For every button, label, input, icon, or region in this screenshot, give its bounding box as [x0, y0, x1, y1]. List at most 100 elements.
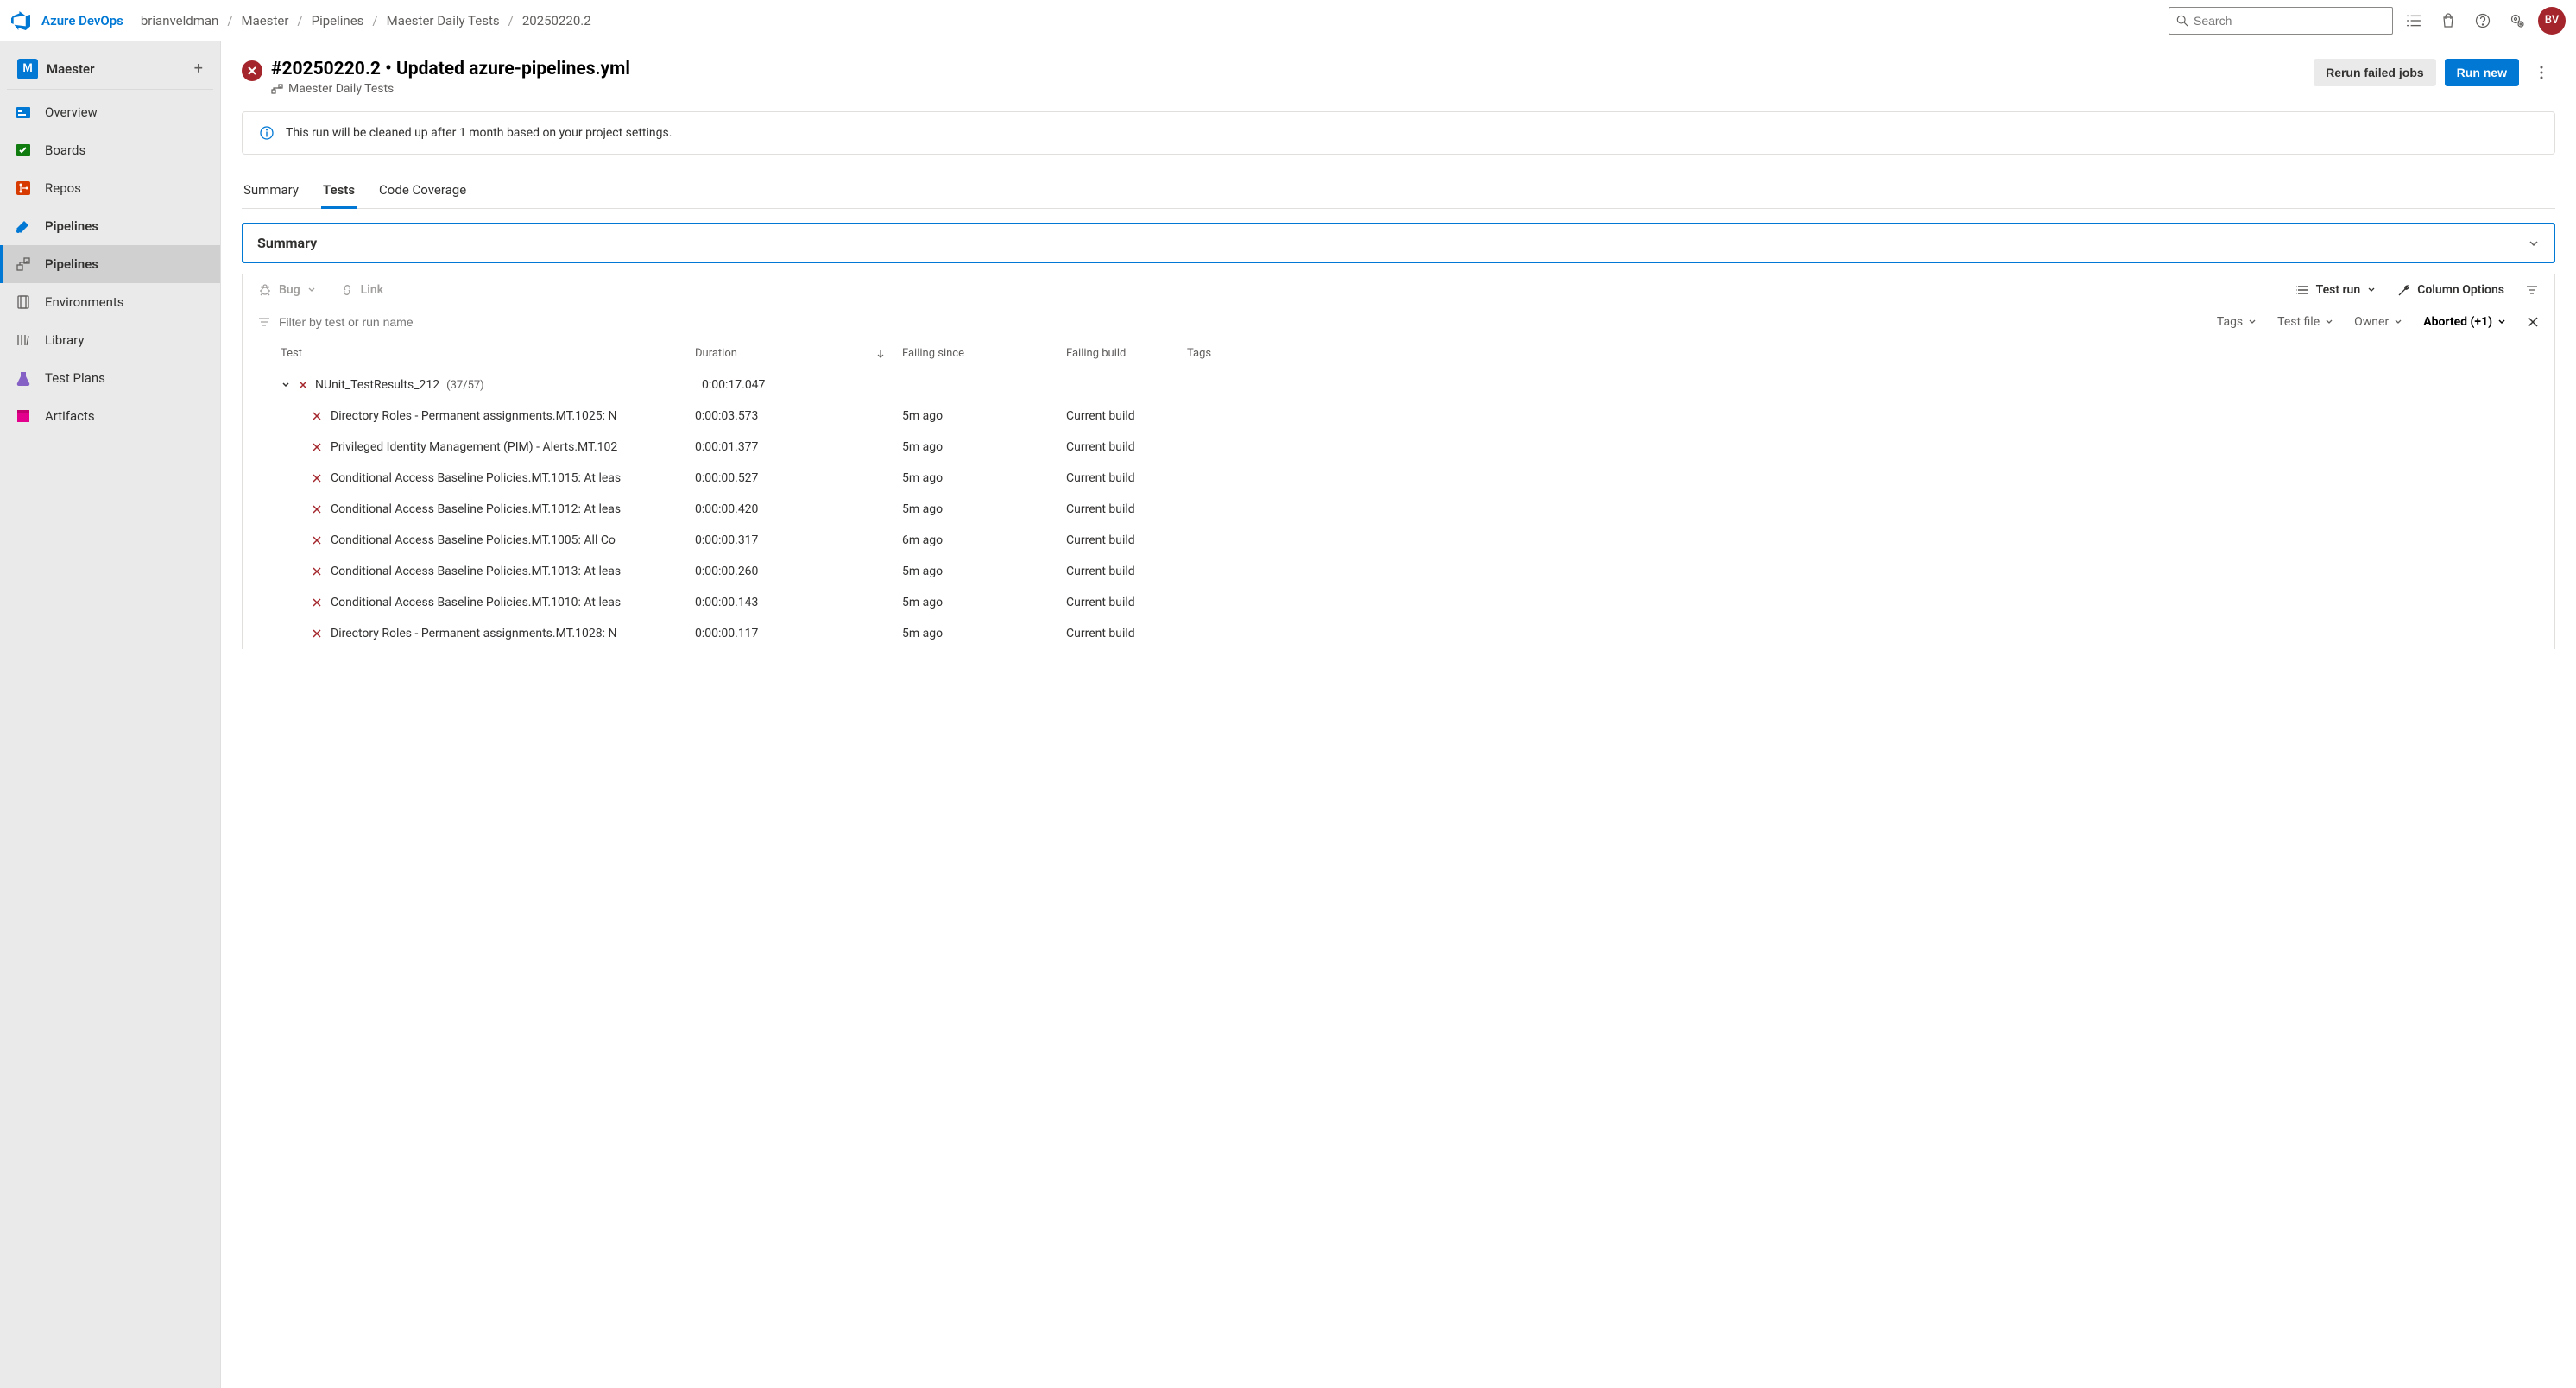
- duration-cell: 0:00:00.420: [695, 502, 902, 516]
- project-name: Maester: [47, 61, 186, 77]
- azure-devops-link[interactable]: Azure DevOps: [41, 13, 123, 28]
- filter-input[interactable]: [279, 315, 538, 329]
- azure-devops-logo-icon[interactable]: [10, 10, 31, 31]
- group-count: (37/57): [446, 379, 484, 392]
- table-body: NUnit_TestResults_212 (37/57) 0:00:17.04…: [242, 369, 2555, 649]
- sidebar-item-label: Library: [45, 332, 84, 348]
- failing-since-cell: 6m ago: [902, 533, 1066, 547]
- filter-testfile[interactable]: Test file: [2277, 315, 2333, 329]
- failing-build-cell: Current build: [1066, 409, 1187, 423]
- table-row[interactable]: Directory Roles - Permanent assignments.…: [243, 401, 2554, 432]
- tab-summary[interactable]: Summary: [242, 175, 300, 208]
- filter-tags[interactable]: Tags: [2217, 315, 2257, 329]
- banner-text: This run will be cleaned up after 1 mont…: [286, 126, 672, 140]
- search-box[interactable]: [2169, 7, 2393, 35]
- settings-icon[interactable]: [2503, 7, 2531, 35]
- link-button[interactable]: Link: [340, 283, 383, 297]
- search-input[interactable]: [2194, 14, 2385, 28]
- marketplace-icon[interactable]: [2434, 7, 2462, 35]
- col-failing-since[interactable]: Failing since: [902, 347, 1066, 360]
- sidebar-sub-environments[interactable]: Environments: [0, 283, 220, 321]
- breadcrumb-pipelines[interactable]: Pipelines: [312, 13, 364, 28]
- fail-icon: [312, 566, 322, 577]
- col-failing-build[interactable]: Failing build: [1066, 347, 1187, 360]
- chevron-down-icon[interactable]: [281, 380, 291, 390]
- sidebar-item-label: Repos: [45, 180, 81, 196]
- fail-icon: [312, 473, 322, 483]
- chevron-down-icon: [2248, 318, 2257, 326]
- pipelines-sub-icon: [14, 255, 33, 274]
- table-row[interactable]: Privileged Identity Management (PIM) - A…: [243, 432, 2554, 463]
- table-row[interactable]: Conditional Access Baseline Policies.MT.…: [243, 587, 2554, 618]
- failing-since-cell: 5m ago: [902, 565, 1066, 578]
- run-subtitle[interactable]: Maester Daily Tests: [271, 82, 630, 96]
- clear-filters-icon[interactable]: [2527, 316, 2539, 328]
- duration-cell: 0:00:00.117: [695, 627, 902, 640]
- group-name: NUnit_TestResults_212: [315, 378, 439, 392]
- sidebar-item-repos[interactable]: Repos: [0, 169, 220, 207]
- failing-build-cell: Current build: [1066, 596, 1187, 609]
- bug-button[interactable]: Bug: [258, 283, 316, 297]
- sidebar-item-label: Artifacts: [45, 408, 95, 424]
- col-duration[interactable]: Duration: [695, 347, 902, 360]
- chevron-down-icon: [2497, 318, 2506, 326]
- main-content: #20250220.2 • Updated azure-pipelines.ym…: [221, 41, 2576, 1388]
- failing-build-cell: Current build: [1066, 627, 1187, 640]
- sidebar-item-artifacts[interactable]: Artifacts: [0, 397, 220, 435]
- project-header[interactable]: M Maester +: [7, 48, 213, 90]
- more-actions-icon[interactable]: [2528, 59, 2555, 86]
- sidebar-item-testplans[interactable]: Test Plans: [0, 359, 220, 397]
- avatar[interactable]: BV: [2538, 7, 2566, 35]
- search-icon: [2176, 15, 2188, 27]
- sidebar-sub-pipelines[interactable]: Pipelines: [0, 245, 220, 283]
- help-icon[interactable]: [2469, 7, 2497, 35]
- summary-panel-title: Summary: [257, 235, 317, 251]
- table-row[interactable]: Conditional Access Baseline Policies.MT.…: [243, 463, 2554, 494]
- table-row[interactable]: Directory Roles - Permanent assignments.…: [243, 618, 2554, 649]
- breadcrumb-project[interactable]: Maester: [242, 13, 289, 28]
- filter-toggle-icon[interactable]: [2525, 283, 2539, 297]
- column-options-button[interactable]: Column Options: [2396, 283, 2504, 297]
- summary-panel[interactable]: Summary: [242, 223, 2555, 263]
- tab-coverage[interactable]: Code Coverage: [377, 175, 468, 208]
- breadcrumb-org[interactable]: brianveldman: [141, 13, 218, 28]
- table-row[interactable]: Conditional Access Baseline Policies.MT.…: [243, 525, 2554, 556]
- duration-cell: 0:00:00.317: [695, 533, 902, 547]
- col-tags[interactable]: Tags: [1187, 347, 2539, 360]
- duration-cell: 0:00:03.573: [695, 409, 902, 423]
- plus-icon[interactable]: +: [194, 60, 203, 78]
- sidebar-item-overview[interactable]: Overview: [0, 93, 220, 131]
- library-icon: [14, 331, 33, 350]
- link-icon: [340, 283, 354, 297]
- testrun-dropdown[interactable]: Test run: [2295, 283, 2377, 297]
- table-row[interactable]: Conditional Access Baseline Policies.MT.…: [243, 556, 2554, 587]
- wrench-icon: [2396, 283, 2410, 297]
- table-row[interactable]: Conditional Access Baseline Policies.MT.…: [243, 494, 2554, 525]
- sidebar-item-boards[interactable]: Boards: [0, 131, 220, 169]
- run-header: #20250220.2 • Updated azure-pipelines.ym…: [242, 59, 2555, 96]
- col-test[interactable]: Test: [281, 347, 695, 360]
- work-items-icon[interactable]: [2400, 7, 2428, 35]
- sort-down-icon: [876, 349, 885, 359]
- repos-icon: [14, 179, 33, 198]
- breadcrumb-run[interactable]: 20250220.2: [522, 13, 591, 28]
- rerun-failed-button[interactable]: Rerun failed jobs: [2314, 59, 2436, 86]
- sidebar-item-pipelines[interactable]: Pipelines: [0, 207, 220, 245]
- filter-outcome[interactable]: Aborted (+1): [2423, 315, 2506, 329]
- run-new-button[interactable]: Run new: [2445, 59, 2519, 86]
- fail-icon: [312, 411, 322, 421]
- group-row[interactable]: NUnit_TestResults_212 (37/57) 0:00:17.04…: [243, 369, 2554, 401]
- filter-owner[interactable]: Owner: [2354, 315, 2402, 329]
- group-duration: 0:00:17.047: [702, 378, 909, 392]
- duration-cell: 0:00:01.377: [695, 440, 902, 454]
- failing-build-cell: Current build: [1066, 471, 1187, 485]
- breadcrumb-pipeline[interactable]: Maester Daily Tests: [387, 13, 500, 28]
- info-icon: [260, 126, 274, 140]
- tabs: Summary Tests Code Coverage: [242, 175, 2555, 209]
- artifacts-icon: [14, 407, 33, 426]
- sidebar-item-label: Environments: [45, 294, 124, 310]
- failing-build-cell: Current build: [1066, 440, 1187, 454]
- sidebar-sub-library[interactable]: Library: [0, 321, 220, 359]
- tab-tests[interactable]: Tests: [321, 175, 357, 208]
- failing-since-cell: 5m ago: [902, 409, 1066, 423]
